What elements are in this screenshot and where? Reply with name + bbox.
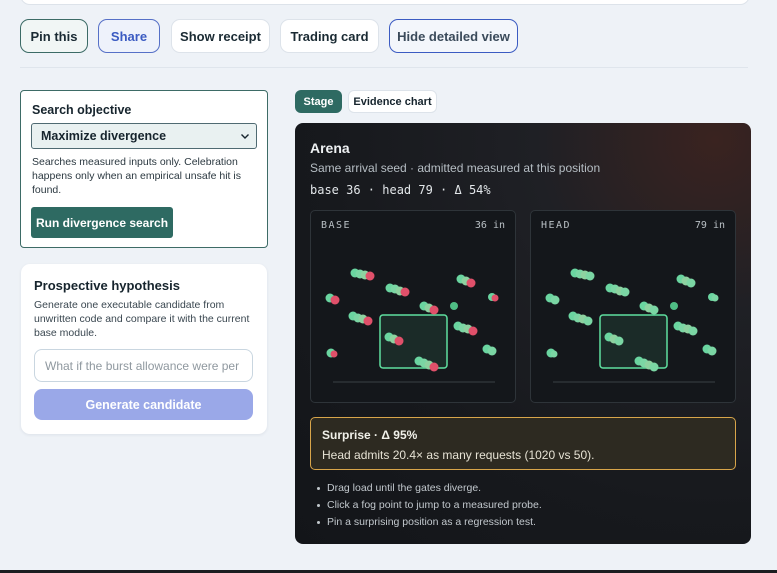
surprise-title: Surprise · Δ 95% xyxy=(322,428,418,442)
search-objective-note: Searches measured inputs only. Celebrati… xyxy=(32,156,241,196)
head-gate-box[interactable] xyxy=(599,314,668,369)
base-gate-box[interactable] xyxy=(379,314,448,369)
surprise-callout: Surprise · Δ 95% Head admits 20.4× as ma… xyxy=(310,417,736,470)
show-receipt-button[interactable]: Show receipt xyxy=(171,19,270,53)
list-item: Click a fog point to jump to a measured … xyxy=(315,497,542,514)
search-objective-card: Search objective Maximize divergence Sea… xyxy=(20,90,268,248)
tab-stage[interactable]: Stage xyxy=(295,90,342,113)
hide-detailed-view-button[interactable]: Hide detailed view xyxy=(389,19,518,53)
trading-card-button[interactable]: Trading card xyxy=(280,19,379,53)
arena-stage-panel: Arena Same arrival seed · admitted measu… xyxy=(295,123,751,544)
arena-stats: base 36 · head 79 · Δ 54% xyxy=(310,183,491,197)
run-divergence-search-button[interactable]: Run divergence search xyxy=(31,207,173,238)
arena-title: Arena xyxy=(310,140,350,156)
share-button[interactable]: Share xyxy=(98,19,160,53)
search-objective-select[interactable]: Maximize divergence xyxy=(31,123,257,149)
prospective-hypothesis-note: Generate one executable candidate from u… xyxy=(34,299,250,339)
list-item: Pin a surprising position as a regressio… xyxy=(315,514,542,531)
arena-tips-list: Drag load until the gates diverge. Click… xyxy=(315,480,542,531)
head-particle-canvas xyxy=(545,268,719,383)
prospective-hypothesis-title: Prospective hypothesis xyxy=(34,278,180,293)
hypothesis-input[interactable] xyxy=(34,349,253,382)
surprise-text: Head admits 20.4× as many requests (1020… xyxy=(322,448,595,462)
chevron-down-icon xyxy=(241,134,249,139)
tab-evidence-chart[interactable]: Evidence chart xyxy=(348,90,437,113)
toolbar-divider xyxy=(20,67,748,68)
base-field[interactable]: BASE 36 in xyxy=(310,210,516,403)
list-item: Drag load until the gates diverge. xyxy=(315,480,542,497)
pin-button[interactable]: Pin this xyxy=(20,19,88,53)
arena-subtitle: Same arrival seed · admitted measured at… xyxy=(310,161,601,175)
generate-candidate-button[interactable]: Generate candidate xyxy=(34,389,253,420)
base-particle-canvas xyxy=(325,268,499,383)
top-card-edge xyxy=(20,0,750,5)
head-field[interactable]: HEAD 79 in xyxy=(530,210,736,403)
search-objective-selected-value: Maximize divergence xyxy=(41,129,167,143)
search-objective-title: Search objective xyxy=(32,103,132,117)
prospective-hypothesis-card: Prospective hypothesis Generate one exec… xyxy=(21,264,267,434)
